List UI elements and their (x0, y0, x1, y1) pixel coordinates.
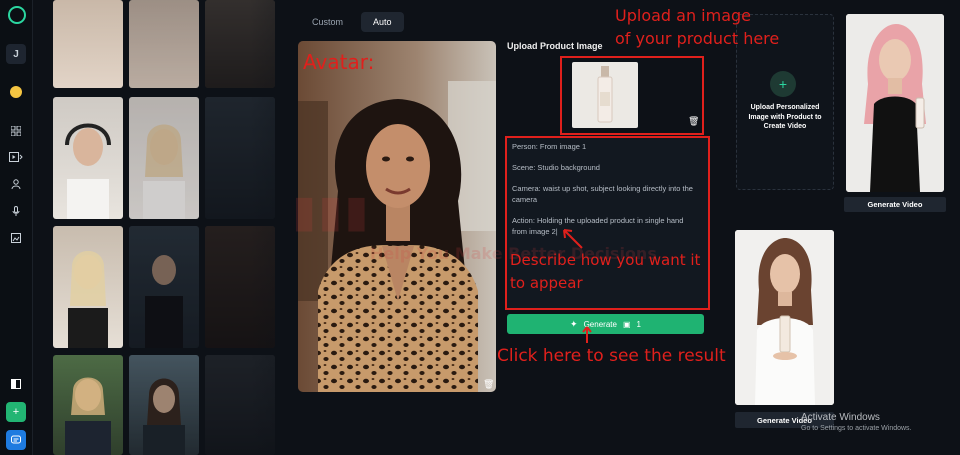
credit-icon: ▣ (622, 319, 631, 329)
click-annotation: Click here to see the result (497, 346, 726, 366)
tab-custom[interactable]: Custom (300, 12, 355, 32)
prompt-action-line: Action: Holding the uploaded product in … (512, 216, 684, 236)
watermark-logo: ▮▮▮ (292, 186, 371, 237)
add-icon[interactable]: + (6, 402, 26, 422)
activate-windows-title: Activate Windows (801, 412, 880, 423)
gallery-avatar[interactable] (53, 97, 123, 219)
tab-auto[interactable]: Auto (361, 12, 404, 32)
gallery-avatar[interactable] (53, 226, 123, 348)
gallery-avatar[interactable] (53, 0, 123, 88)
video-icon[interactable] (6, 147, 26, 167)
delete-avatar-icon[interactable]: 🗑 (483, 379, 494, 389)
app-logo-icon[interactable] (8, 6, 26, 24)
sparkle-icon: ✦ (570, 318, 578, 329)
panel-toggle-icon[interactable] (6, 374, 26, 394)
generate-video-button-top[interactable]: Generate Video (844, 197, 946, 212)
result-image-top[interactable] (846, 14, 944, 192)
left-sidebar: J + (0, 0, 33, 455)
avatar-annotation: Avatar: (303, 50, 375, 74)
upload-annotation-line1: Upload an image (615, 6, 752, 25)
describe-annotation-line1: Describe how you want it (510, 251, 701, 269)
gallery-avatar[interactable] (129, 0, 199, 88)
upload-personalized-text: Upload Personalized Image with Product t… (748, 104, 822, 130)
prompt-camera-line: Camera: waist up shot, subject looking d… (512, 184, 693, 204)
gallery-avatar[interactable] (53, 355, 123, 455)
click-arrow-icon (582, 326, 592, 343)
gallery-avatar[interactable] (129, 355, 199, 455)
add-image-icon[interactable]: + (770, 71, 796, 97)
gallery-fade (250, 0, 285, 455)
describe-arrow-icon (563, 229, 583, 249)
emoji-icon[interactable] (10, 86, 22, 98)
result-image-bottom[interactable] (735, 230, 834, 405)
activate-windows-subtitle: Go to Settings to activate Windows. (801, 425, 912, 432)
image-edit-icon[interactable] (6, 228, 26, 248)
generate-button[interactable]: ✦ Generate ▣ 1 (507, 314, 704, 334)
prompt-person-line: Person: From image 1 (512, 142, 587, 151)
prompt-scene-line: Scene: Studio background (512, 163, 600, 172)
person-icon[interactable] (6, 174, 26, 194)
microphone-icon[interactable] (6, 201, 26, 221)
avatar-gallery (50, 0, 285, 455)
upload-product-title: Upload Product Image (507, 41, 603, 51)
delete-product-icon[interactable]: 🗑 (688, 116, 699, 126)
chat-icon[interactable] (6, 430, 26, 450)
mode-tabs: Custom Auto (300, 12, 404, 32)
upload-annotation-line2: of your product here (615, 29, 780, 48)
generate-credits: 1 (636, 319, 641, 329)
grid-icon[interactable] (6, 121, 26, 141)
user-avatar[interactable]: J (6, 44, 26, 64)
gallery-avatar[interactable] (129, 226, 199, 348)
gallery-avatar[interactable] (129, 97, 199, 219)
product-image-thumbnail (572, 62, 638, 128)
describe-annotation-line2: to appear (510, 274, 583, 292)
